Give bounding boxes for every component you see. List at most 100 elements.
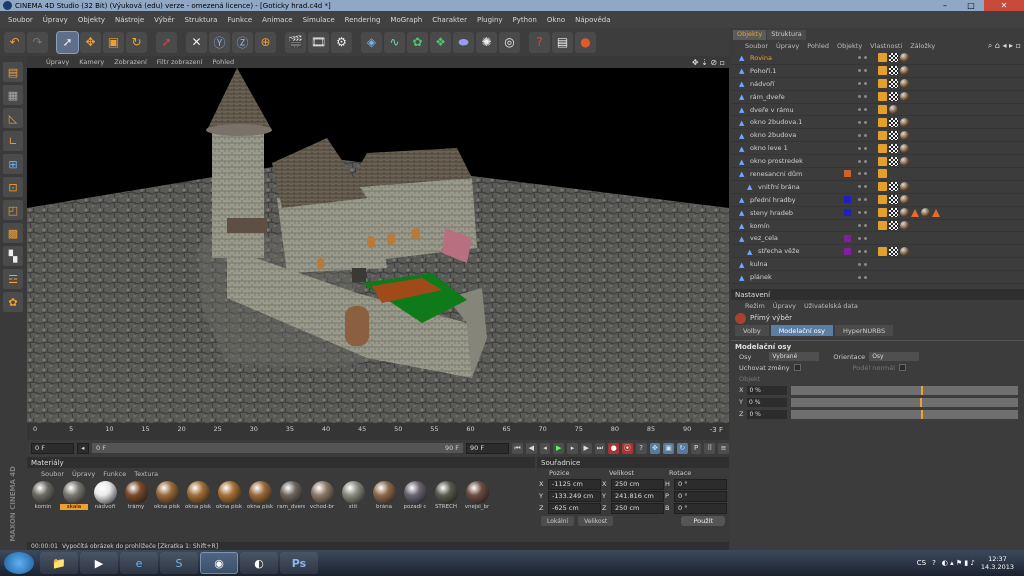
- material-swatch[interactable]: pozadi c: [401, 481, 429, 511]
- maximize-icon[interactable]: □: [958, 0, 984, 11]
- ie-icon[interactable]: e: [120, 552, 158, 574]
- material-swatch[interactable]: STRECH: [432, 481, 460, 511]
- material-swatch[interactable]: ram_dvere: [277, 481, 305, 511]
- x-slider[interactable]: [791, 385, 1018, 395]
- object-row[interactable]: ▲ okno prostredek: [731, 155, 1024, 169]
- menu-animace[interactable]: Animace: [257, 16, 297, 24]
- points-mode-icon[interactable]: ⊞: [3, 154, 23, 174]
- object-row[interactable]: ▲ renesancni dům: [731, 168, 1024, 181]
- photoshop-icon[interactable]: Ps: [280, 552, 318, 574]
- phong-tag-icon[interactable]: [878, 208, 887, 218]
- axes-dropdown[interactable]: Vybrané: [769, 352, 820, 361]
- object-name[interactable]: okno 2budova: [750, 131, 844, 139]
- spline-icon[interactable]: ∿: [384, 31, 405, 53]
- visibility-dots[interactable]: [858, 236, 878, 240]
- object-row[interactable]: ▲ okno 2budova: [731, 129, 1024, 143]
- viewport-menu-kamery[interactable]: Kamery: [74, 58, 109, 66]
- object-row[interactable]: ▲ vez_cela: [731, 232, 1024, 246]
- checker-tag-icon[interactable]: [889, 117, 898, 127]
- menu-mograph[interactable]: MoGraph: [385, 16, 427, 24]
- next-frame-icon[interactable]: ▸: [567, 442, 578, 454]
- rotate-icon[interactable]: ↻: [126, 31, 147, 53]
- object-name[interactable]: střecha věže: [758, 247, 844, 255]
- visibility-dots[interactable]: [858, 159, 878, 163]
- environment-icon[interactable]: ✺: [476, 31, 497, 53]
- ball-tag-icon[interactable]: [900, 117, 909, 127]
- ball-tag-icon[interactable]: [900, 221, 909, 231]
- object-row[interactable]: ▲ okno leve 1: [731, 142, 1024, 156]
- material-swatch[interactable]: okna pisk: [246, 481, 274, 511]
- undo-icon[interactable]: ↶: [4, 31, 25, 53]
- visibility-dots[interactable]: [858, 69, 878, 73]
- tri-tag-icon[interactable]: [911, 208, 919, 217]
- ball-tag-icon[interactable]: [900, 92, 909, 102]
- pos-y-field[interactable]: -133.249 cm: [548, 490, 601, 502]
- size-mode-dropdown[interactable]: Velikost: [578, 516, 614, 526]
- phong-tag-icon[interactable]: [878, 169, 887, 179]
- visibility-dots[interactable]: [858, 82, 878, 86]
- polygons-mode-icon[interactable]: ◰: [3, 200, 23, 220]
- attr-menu-rezim[interactable]: Režim: [741, 302, 769, 310]
- prev-frame-icon[interactable]: ◂: [539, 442, 551, 454]
- start-frame-field[interactable]: 0 F: [31, 442, 75, 454]
- live-select-icon[interactable]: ➚: [56, 30, 79, 54]
- phong-tag-icon[interactable]: [878, 182, 887, 192]
- object-name[interactable]: vnitřní brána: [758, 183, 844, 191]
- checker-tag-icon[interactable]: [889, 195, 898, 205]
- material-swatch[interactable]: okna pisk: [184, 481, 212, 511]
- ball-tag-icon[interactable]: [921, 208, 930, 218]
- object-row[interactable]: ▲ Pohoří.1: [731, 65, 1024, 78]
- workplane-icon[interactable]: ◺: [3, 108, 23, 128]
- size-z-field[interactable]: 250 cm: [611, 502, 664, 514]
- object-row[interactable]: ▲ rám_dveře: [731, 91, 1024, 104]
- visibility-dots[interactable]: [858, 56, 878, 60]
- rot-b-field[interactable]: 0 °: [674, 502, 727, 514]
- material-swatch[interactable]: skala: [60, 481, 88, 511]
- explorer-icon[interactable]: 📁: [40, 552, 78, 574]
- ball-tag-icon[interactable]: [900, 143, 909, 153]
- material-swatch[interactable]: trámy: [122, 481, 150, 511]
- time-range-slider[interactable]: 0 F 90 F: [92, 443, 464, 453]
- ball-tag-icon[interactable]: [900, 130, 909, 140]
- object-row[interactable]: ▲ okno 2budova.1: [731, 116, 1024, 130]
- menu-vyber[interactable]: Výběr: [149, 16, 179, 24]
- object-name[interactable]: dveře v rámu: [750, 106, 844, 114]
- attr-menu-userdata[interactable]: Uživatelská data: [800, 302, 862, 310]
- menu-okno[interactable]: Okno: [542, 16, 570, 24]
- menu-charakter[interactable]: Charakter: [427, 16, 472, 24]
- redo-icon[interactable]: ↷: [27, 31, 48, 53]
- checker-tag-icon[interactable]: [889, 221, 898, 231]
- obj-menu-pohled[interactable]: Pohled: [803, 42, 833, 50]
- minimize-icon[interactable]: –: [932, 0, 958, 11]
- phong-tag-icon[interactable]: [878, 53, 887, 63]
- camera-icon[interactable]: ◎: [499, 31, 520, 53]
- goto-end-icon[interactable]: ⏭: [594, 442, 606, 454]
- param-key-icon[interactable]: P: [690, 442, 702, 454]
- menu-napoveda[interactable]: Nápověda: [570, 16, 615, 24]
- stepper-icon[interactable]: ◂: [77, 442, 90, 454]
- coord-mode-dropdown[interactable]: Lokální: [541, 516, 575, 526]
- y-slider[interactable]: [790, 397, 1018, 407]
- visibility-dots[interactable]: [858, 262, 878, 266]
- material-swatch[interactable]: vnejsi_br: [463, 481, 491, 511]
- material-swatch[interactable]: stit: [339, 481, 367, 511]
- render-view-icon[interactable]: 🎬: [285, 31, 306, 53]
- x-axis-icon[interactable]: ✕: [186, 31, 207, 53]
- z-axis-icon[interactable]: Ⓩ: [232, 31, 253, 53]
- x-percent-field[interactable]: 0 %: [747, 385, 788, 395]
- sculpt-icon[interactable]: ✿: [3, 292, 23, 312]
- model-mode-icon[interactable]: ➚: [156, 31, 177, 53]
- visibility-dots[interactable]: [858, 108, 878, 111]
- texture-mode-icon[interactable]: ▦: [3, 85, 23, 105]
- coordinate-system-icon[interactable]: ⊕: [255, 31, 276, 53]
- pos-x-field[interactable]: -1125 cm: [548, 478, 601, 490]
- material-swatch[interactable]: okna pisk: [215, 481, 243, 511]
- checker-tag-icon[interactable]: [889, 208, 898, 218]
- keep-changes-checkbox[interactable]: [793, 364, 801, 371]
- visibility-dots[interactable]: [858, 211, 878, 215]
- object-name[interactable]: přední hradby: [750, 196, 844, 204]
- keyframe-select-icon[interactable]: ?: [635, 442, 647, 454]
- checker-tag-icon[interactable]: [889, 182, 898, 192]
- edges-mode-icon[interactable]: ⊡: [3, 177, 23, 197]
- move-icon[interactable]: ✥: [80, 31, 101, 53]
